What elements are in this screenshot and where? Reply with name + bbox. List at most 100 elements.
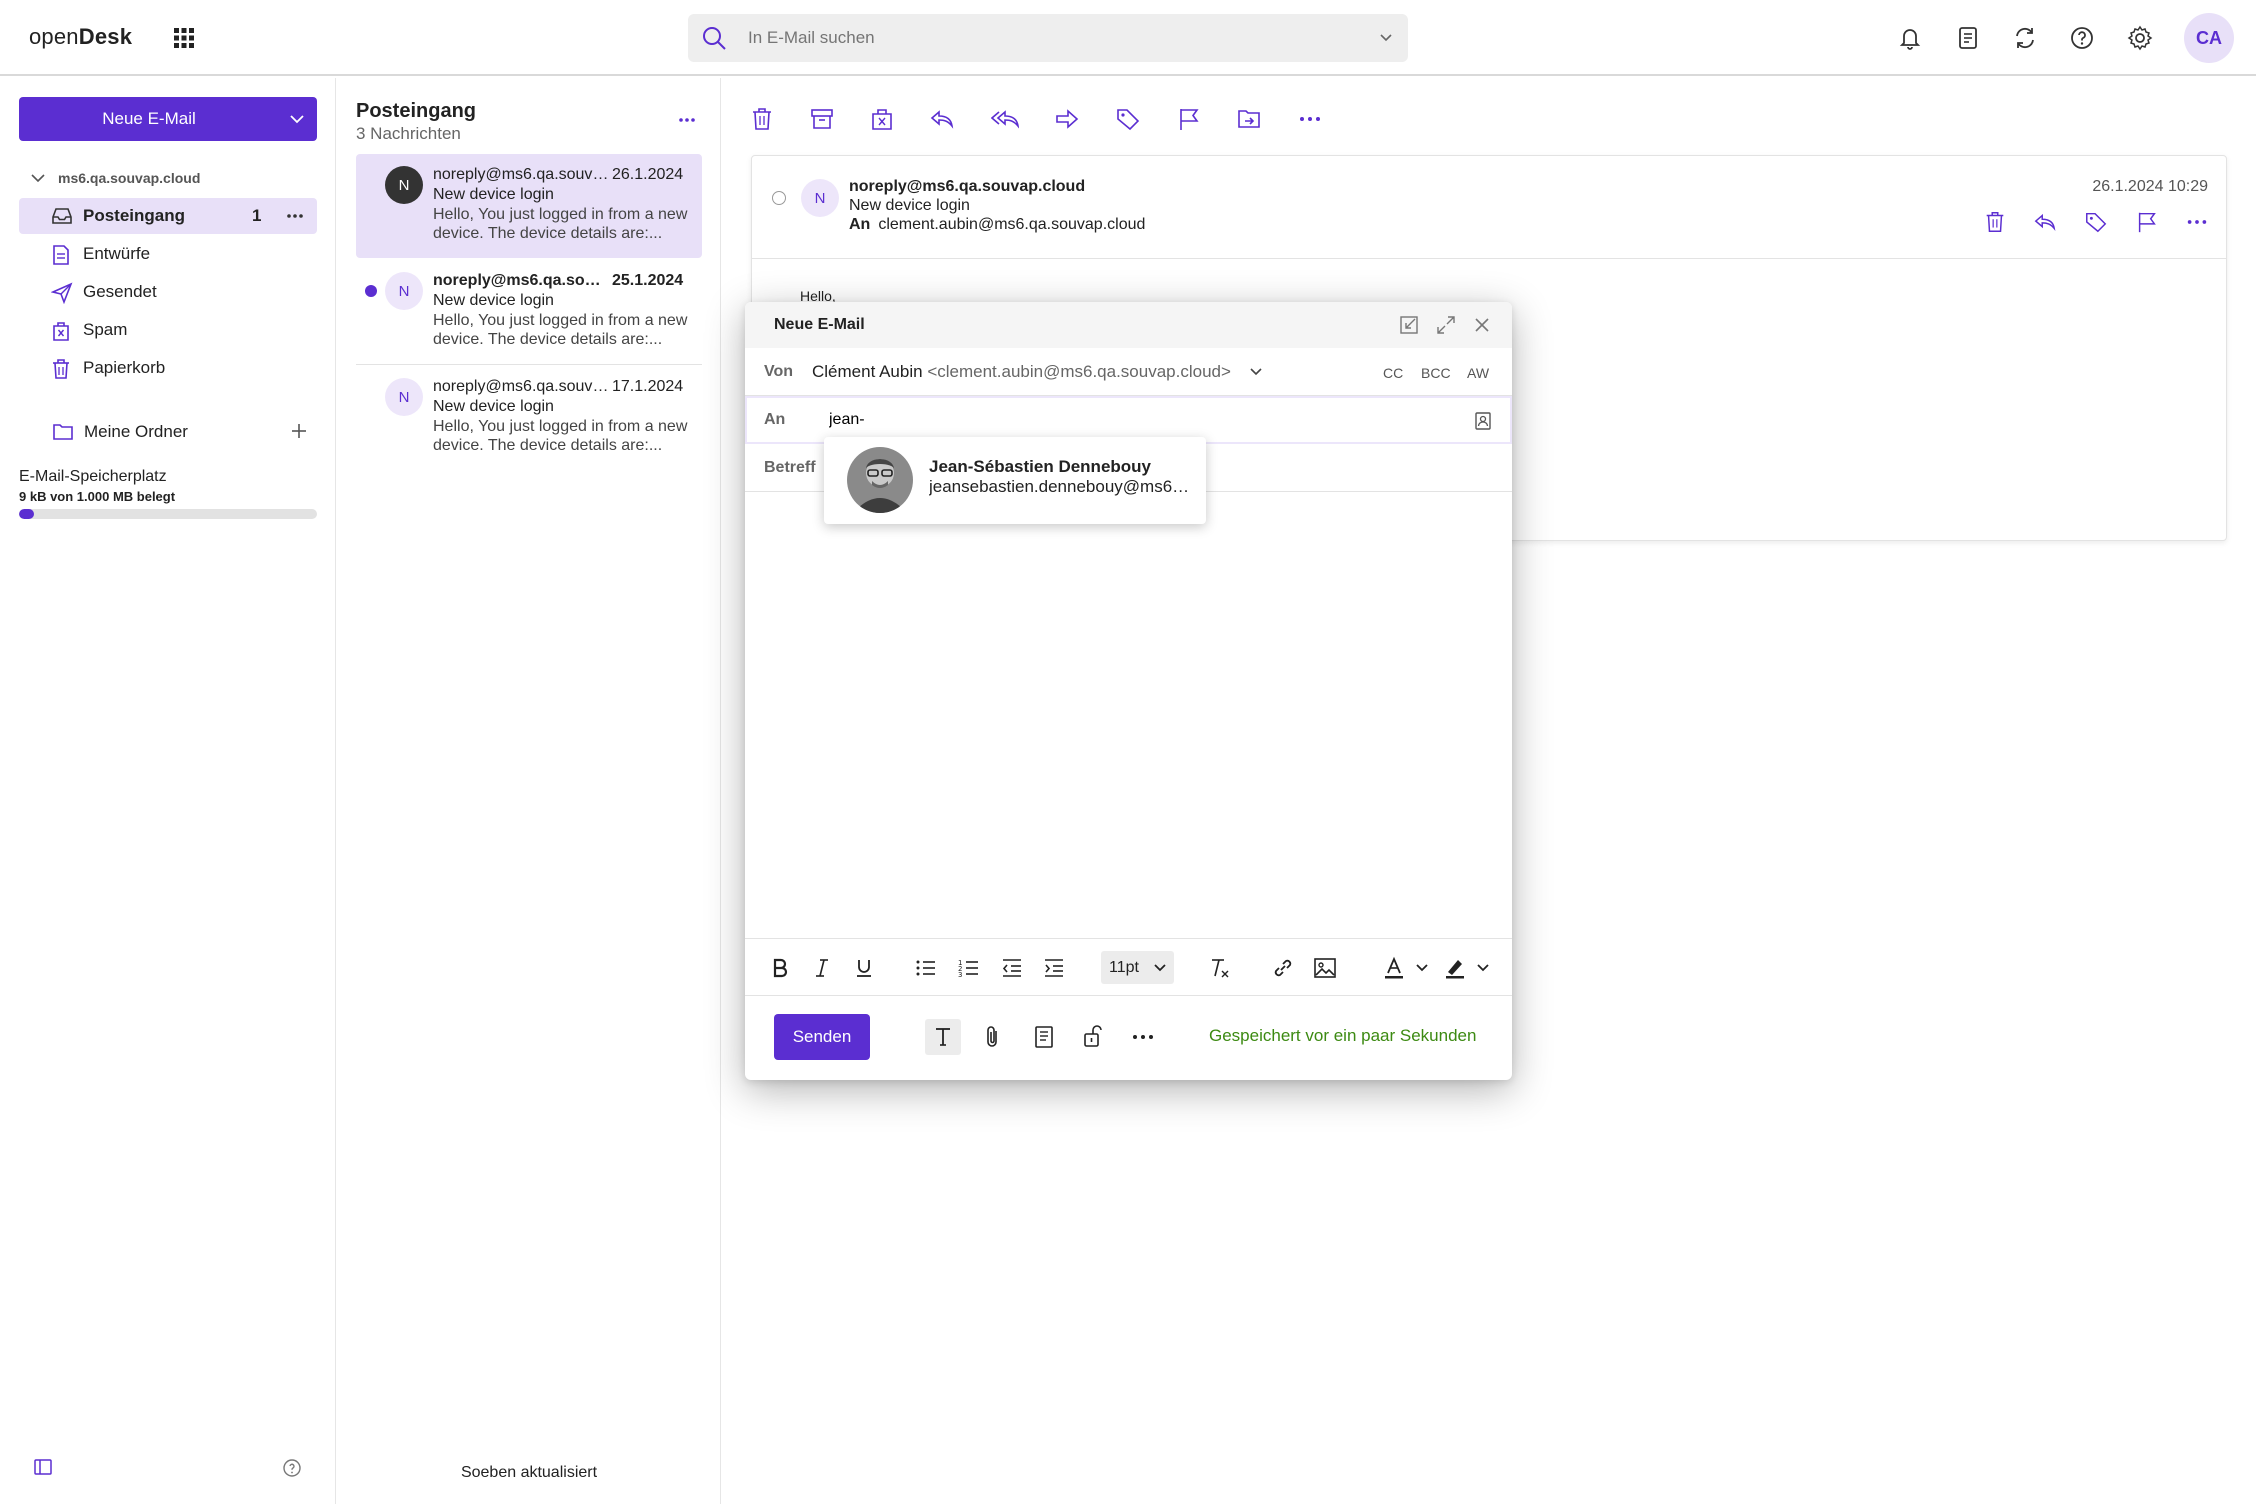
refresh-icon[interactable] — [2011, 24, 2039, 52]
sidebar-item-trash[interactable]: Papierkorb — [19, 350, 317, 386]
compose-title: Neue E-Mail — [774, 316, 865, 333]
encryption-lock-icon[interactable] — [1075, 1019, 1111, 1055]
storage-progress-fill — [19, 509, 34, 519]
folder-icon — [52, 422, 74, 442]
add-folder-icon[interactable] — [289, 421, 309, 441]
aw-button[interactable]: AW — [1467, 365, 1489, 381]
new-mail-label: Neue E-Mail — [102, 109, 196, 128]
delete-trash-icon[interactable] — [1983, 210, 2007, 234]
link-icon[interactable] — [1271, 956, 1295, 980]
more-actions-icon[interactable] — [1297, 106, 1323, 132]
trash-icon — [51, 358, 71, 380]
address-book-icon[interactable] — [1954, 24, 1982, 52]
sidebar-item-inbox[interactable]: Posteingang 1 — [19, 198, 317, 234]
text-color-icon[interactable] — [1382, 956, 1406, 980]
message-subject: New device login — [433, 398, 554, 415]
from-name: Clément Aubin — [812, 362, 923, 381]
bcc-button[interactable]: BCC — [1421, 365, 1451, 381]
account-name: ms6.qa.souvap.cloud — [58, 170, 201, 186]
help-icon[interactable] — [2068, 24, 2096, 52]
reply-icon[interactable] — [2033, 210, 2057, 234]
list-item[interactable]: N noreply@ms6.qa.souvap.cloud 26.1.2024 … — [356, 154, 702, 258]
bold-icon[interactable] — [768, 956, 792, 980]
chevron-down-icon[interactable] — [1475, 956, 1499, 980]
bell-icon[interactable] — [1896, 24, 1924, 52]
help-icon[interactable] — [282, 1458, 302, 1478]
clear-formatting-icon[interactable] — [1207, 956, 1231, 980]
search-input[interactable] — [748, 24, 1308, 52]
bullet-list-icon[interactable] — [914, 956, 938, 980]
tag-icon[interactable] — [1115, 106, 1141, 132]
chevron-down-icon[interactable] — [1414, 956, 1438, 980]
message-list: Posteingang 3 Nachrichten N noreply@ms6.… — [337, 78, 721, 1504]
app-grid-icon[interactable] — [172, 26, 196, 50]
reader-sender[interactable]: noreply@ms6.qa.souvap.cloud — [849, 178, 1085, 196]
to-input[interactable] — [829, 411, 1229, 429]
maximize-icon[interactable] — [1435, 314, 1457, 336]
to-label: An — [764, 411, 786, 428]
new-mail-dropdown-chevron-icon[interactable] — [285, 107, 309, 131]
font-size-select[interactable]: 11pt — [1101, 951, 1174, 984]
mark-spam-icon[interactable] — [869, 106, 895, 132]
recipient-address[interactable]: clement.aubin@ms6.qa.souvap.cloud — [878, 216, 1145, 233]
message-date: 26.1.2024 — [612, 166, 684, 183]
message-subject: New device login — [433, 186, 554, 203]
numbered-list-icon[interactable]: 123 — [957, 956, 981, 980]
underline-icon[interactable] — [852, 956, 876, 980]
draft-icon — [51, 244, 71, 266]
indent-icon[interactable] — [1042, 956, 1066, 980]
sidebar-toggle-icon[interactable] — [33, 1458, 53, 1476]
more-actions-icon[interactable] — [2185, 210, 2209, 234]
opendesk-logo[interactable]: openDesk — [29, 24, 132, 50]
new-mail-button[interactable]: Neue E-Mail — [19, 97, 317, 141]
send-button[interactable]: Senden — [774, 1014, 870, 1060]
account-header[interactable]: ms6.qa.souvap.cloud — [30, 170, 200, 186]
minimize-icon[interactable] — [1398, 314, 1420, 336]
list-more-icon[interactable] — [677, 110, 697, 130]
from-select[interactable]: Clément Aubin <clement.aubin@ms6.qa.souv… — [812, 362, 1231, 382]
select-checkbox[interactable] — [772, 191, 786, 205]
archive-icon[interactable] — [809, 106, 835, 132]
delete-trash-icon[interactable] — [749, 106, 775, 132]
user-avatar[interactable]: CA — [2184, 13, 2234, 63]
contact-picker-icon[interactable] — [1473, 411, 1493, 431]
reply-all-icon[interactable] — [991, 106, 1019, 132]
sidebar-item-spam[interactable]: Spam — [19, 312, 317, 348]
unread-dot — [365, 285, 377, 297]
message-date: 25.1.2024 — [612, 272, 684, 289]
flag-icon[interactable] — [2135, 210, 2159, 234]
contact-suggestion[interactable]: Jean-Sébastien Dennebouy jeansebastien.d… — [824, 437, 1206, 524]
spam-icon — [51, 320, 71, 342]
move-to-folder-icon[interactable] — [1236, 106, 1262, 132]
italic-icon[interactable] — [810, 956, 834, 980]
settings-gear-icon[interactable] — [2126, 24, 2154, 52]
tag-icon[interactable] — [2084, 210, 2108, 234]
message-sender: noreply@ms6.qa.souvap.cloud — [433, 378, 609, 395]
flag-icon[interactable] — [1176, 106, 1202, 132]
reply-icon[interactable] — [929, 106, 955, 132]
message-date: 17.1.2024 — [612, 378, 684, 395]
sidebar-item-drafts[interactable]: Entwürfe — [19, 236, 317, 272]
my-folders[interactable]: Meine Ordner — [52, 417, 312, 447]
more-options-icon[interactable] — [1125, 1019, 1161, 1055]
template-icon[interactable] — [1026, 1019, 1062, 1055]
highlight-color-icon[interactable] — [1443, 956, 1467, 980]
forward-icon[interactable] — [1054, 106, 1080, 132]
inbox-icon — [51, 206, 73, 226]
sidebar: Neue E-Mail ms6.qa.souvap.cloud Posteing… — [0, 78, 336, 1504]
sidebar-item-label: Papierkorb — [83, 358, 166, 377]
chevron-down-icon[interactable] — [1246, 362, 1266, 382]
image-icon[interactable] — [1313, 956, 1337, 980]
sender-avatar: N — [801, 179, 839, 217]
cc-button[interactable]: CC — [1383, 365, 1403, 381]
search-options-chevron-icon[interactable] — [1378, 30, 1394, 46]
list-item[interactable]: N noreply@ms6.qa.souvap.cloud 17.1.2024 … — [356, 366, 702, 470]
list-item[interactable]: N noreply@ms6.qa.souvap.cloud 25.1.2024 … — [356, 260, 702, 364]
attachment-icon[interactable] — [975, 1019, 1011, 1055]
more-options-icon[interactable] — [285, 206, 305, 226]
text-format-icon[interactable] — [925, 1019, 961, 1055]
outdent-icon[interactable] — [1000, 956, 1024, 980]
contact-name: Jean-Sébastien Dennebouy — [929, 457, 1152, 476]
sidebar-item-sent[interactable]: Gesendet — [19, 274, 317, 310]
close-icon[interactable] — [1471, 314, 1493, 336]
